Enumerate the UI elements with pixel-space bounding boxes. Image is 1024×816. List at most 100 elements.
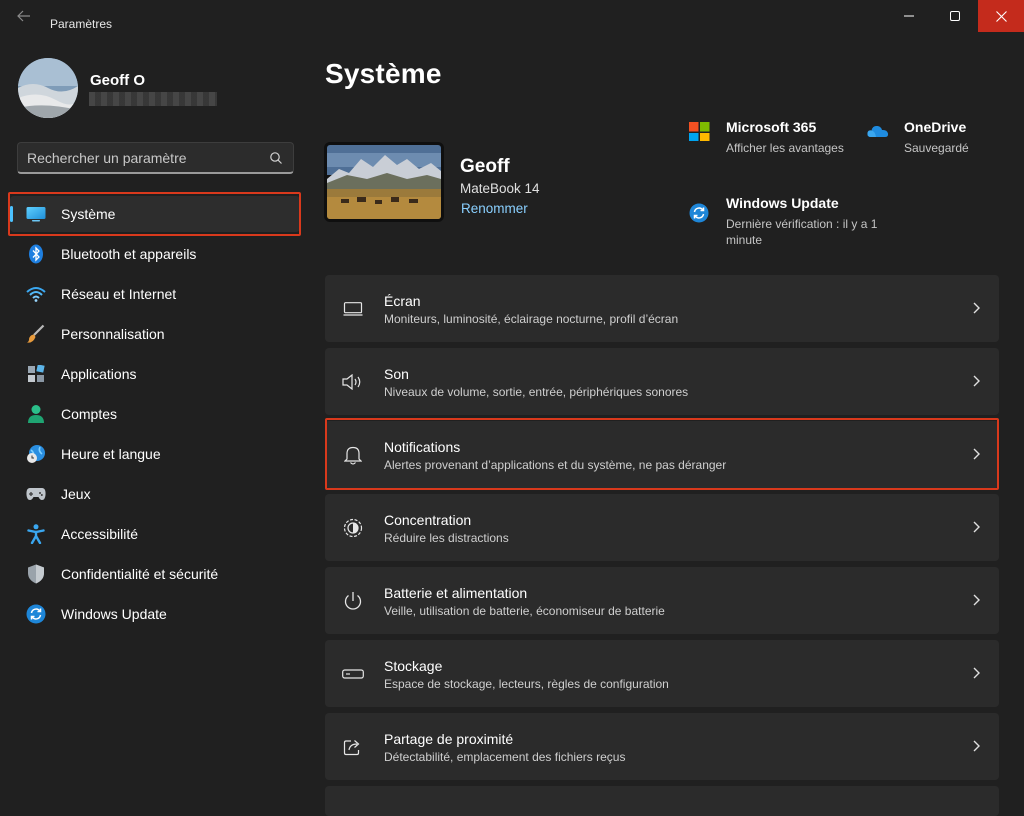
settings-window: Paramètres Geoff O Systèm <box>0 0 1024 816</box>
card-batterie[interactable]: Batterie et alimentation Veille, utilisa… <box>325 567 999 634</box>
card-concentration[interactable]: Concentration Réduire les distractions <box>325 494 999 561</box>
sidebar-item-label: Bluetooth et appareils <box>61 246 197 262</box>
rename-link[interactable]: Renommer <box>461 201 528 216</box>
card-subtitle: Détectabilité, emplacement des fichiers … <box>384 750 626 764</box>
power-icon <box>341 590 365 612</box>
chevron-right-icon <box>973 375 980 387</box>
quick-link-microsoft-365[interactable]: Microsoft 365 Afficher les avantages <box>689 119 849 159</box>
sidebar-item-comptes[interactable]: Comptes <box>10 396 300 432</box>
display-icon <box>341 298 365 320</box>
card-subtitle: Réduire les distractions <box>384 531 509 545</box>
card-title: Partage de proximité <box>384 731 514 747</box>
accessibility-icon <box>26 524 46 544</box>
search-icon[interactable] <box>269 151 283 165</box>
device-model: MateBook 14 <box>460 181 540 196</box>
microsoft-logo-icon <box>689 119 711 141</box>
card-title: Concentration <box>384 512 472 528</box>
speaker-icon <box>341 371 365 393</box>
back-button[interactable] <box>12 6 36 26</box>
page-title: Système <box>325 58 442 89</box>
wallpaper-image <box>327 145 441 219</box>
sidebar-item-label: Personnalisation <box>61 326 165 342</box>
shield-icon <box>26 564 46 584</box>
bluetooth-icon <box>26 244 46 264</box>
quick-link-subtitle: Dernière vérification : il y a 1 minute <box>726 217 878 247</box>
user-email-redacted <box>89 92 217 106</box>
sidebar-item-label: Jeux <box>61 486 91 502</box>
sidebar-item-heure-langue[interactable]: Heure et langue <box>10 436 300 472</box>
settings-list: Écran Moniteurs, luminosité, éclairage n… <box>325 275 999 816</box>
sidebar-item-label: Système <box>61 206 116 222</box>
focus-icon <box>341 517 365 539</box>
sidebar-item-windows-update[interactable]: Windows Update <box>10 596 300 632</box>
sidebar-item-applications[interactable]: Applications <box>10 356 300 392</box>
globe-clock-icon <box>26 444 46 464</box>
card-subtitle: Moniteurs, luminosité, éclairage nocturn… <box>384 312 679 326</box>
app-title: Paramètres <box>50 17 113 31</box>
share-icon <box>341 736 365 758</box>
quick-link-onedrive[interactable]: OneDrive Sauvegardé <box>867 119 987 159</box>
sidebar-item-systeme[interactable]: Système <box>10 196 300 232</box>
card-son[interactable]: Son Niveaux de volume, sortie, entrée, p… <box>325 348 999 415</box>
gamepad-icon <box>26 484 46 504</box>
sidebar-item-label: Heure et langue <box>61 446 161 462</box>
sidebar-item-reseau[interactable]: Réseau et Internet <box>10 276 300 312</box>
wifi-icon <box>26 284 46 304</box>
user-name: Geoff O <box>90 72 145 89</box>
card-subtitle: Alertes provenant d’applications et du s… <box>384 458 727 472</box>
chevron-right-icon <box>973 594 980 606</box>
card-notifications[interactable]: Notifications Alertes provenant d’applic… <box>325 421 999 488</box>
sidebar-item-label: Accessibilité <box>61 526 139 542</box>
quick-link-windows-update[interactable]: Windows Update Dernière vérification : i… <box>689 195 889 251</box>
person-icon <box>26 404 46 424</box>
minimize-button[interactable] <box>886 0 932 32</box>
chevron-right-icon <box>973 302 980 314</box>
apps-icon <box>26 364 46 384</box>
bell-icon <box>341 444 365 466</box>
sidebar-item-label: Confidentialité et sécurité <box>61 566 219 582</box>
device-wallpaper-thumbnail[interactable] <box>324 142 444 222</box>
chevron-right-icon <box>973 448 980 460</box>
close-icon <box>995 10 1007 22</box>
close-button[interactable] <box>978 0 1024 32</box>
card-stockage[interactable]: Stockage Espace de stockage, lecteurs, r… <box>325 640 999 707</box>
card-ecran[interactable]: Écran Moniteurs, luminosité, éclairage n… <box>325 275 999 342</box>
sync-icon <box>689 203 711 225</box>
card-title: Batterie et alimentation <box>384 585 528 601</box>
storage-icon <box>341 663 365 685</box>
sync-icon <box>26 604 46 624</box>
card-partage-proximite[interactable]: Partage de proximité Détectabilité, empl… <box>325 713 999 780</box>
quick-link-subtitle: Afficher les avantages <box>726 141 844 155</box>
back-arrow-icon <box>17 10 30 22</box>
cloud-icon <box>867 119 889 141</box>
sidebar-item-label: Windows Update <box>61 606 167 622</box>
sidebar-item-jeux[interactable]: Jeux <box>10 476 300 512</box>
maximize-button[interactable] <box>932 0 978 32</box>
maximize-icon <box>950 11 960 21</box>
card-title: Écran <box>384 293 421 309</box>
quick-link-subtitle: Sauvegardé <box>904 141 969 155</box>
card-title: Notifications <box>384 439 461 455</box>
search-input[interactable] <box>27 143 262 173</box>
sidebar-item-bluetooth[interactable]: Bluetooth et appareils <box>10 236 300 272</box>
monitor-icon <box>26 204 46 224</box>
card-partial-next[interactable] <box>325 786 999 816</box>
chevron-right-icon <box>973 521 980 533</box>
card-subtitle: Niveaux de volume, sortie, entrée, périp… <box>384 385 689 399</box>
avatar[interactable] <box>18 58 78 118</box>
quick-link-title: Windows Update <box>726 195 839 211</box>
chevron-right-icon <box>973 667 980 679</box>
avatar-image <box>18 58 78 118</box>
sidebar-item-confidentialite[interactable]: Confidentialité et sécurité <box>10 556 300 592</box>
device-name: Geoff <box>460 156 510 177</box>
sidebar-nav: Système Bluetooth et appareils Réseau et… <box>10 196 300 636</box>
sidebar-item-label: Applications <box>61 366 137 382</box>
sidebar-item-accessibilite[interactable]: Accessibilité <box>10 516 300 552</box>
search-box[interactable] <box>17 142 294 174</box>
sidebar-item-label: Comptes <box>61 406 118 422</box>
minimize-icon <box>904 15 914 17</box>
title-bar: Paramètres <box>0 0 1024 32</box>
sidebar-item-personnalisation[interactable]: Personnalisation <box>10 316 300 352</box>
card-title: Son <box>384 366 409 382</box>
sidebar-item-label: Réseau et Internet <box>61 286 177 302</box>
